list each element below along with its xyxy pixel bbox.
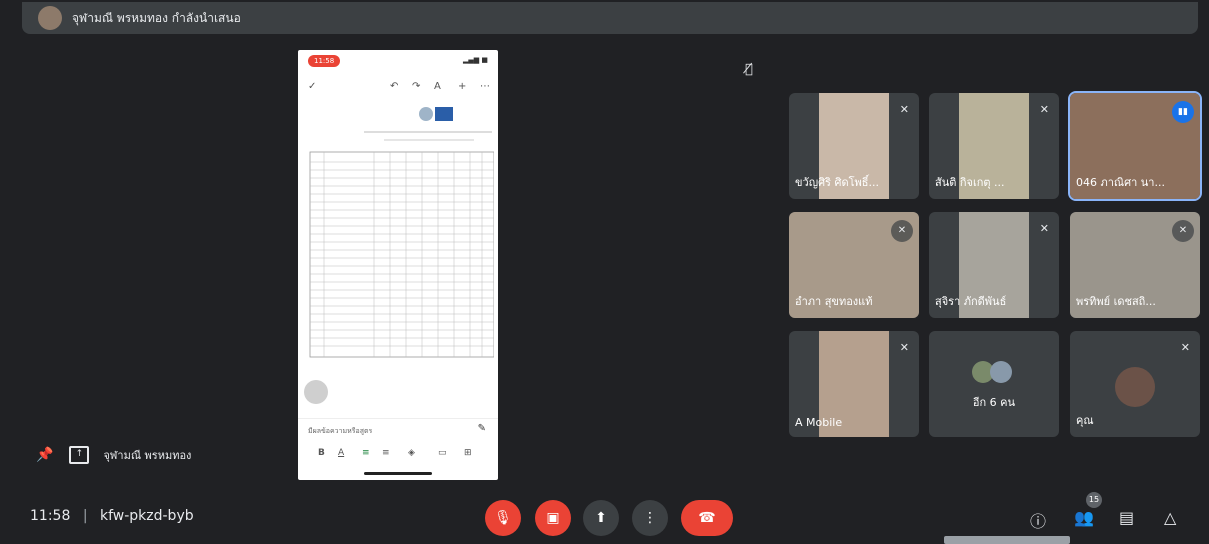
mic-off-icon: ✕ xyxy=(1039,103,1049,116)
participant-name: คุณ xyxy=(1076,414,1094,427)
chat-icon[interactable]: ▤ xyxy=(1119,508,1134,527)
self-tile[interactable]: ✕ คุณ xyxy=(1070,331,1200,437)
comment-icon: ▭ xyxy=(438,448,447,458)
mic-off-icon: ✕ xyxy=(1039,222,1049,235)
more-participants-tile[interactable]: อีก 6 คน xyxy=(929,331,1059,437)
people-icon[interactable]: 👥 xyxy=(1074,508,1094,527)
participant-name: อำภา สุขทองแท้ xyxy=(795,295,873,308)
pinned-name: จุฬามณี พรหมทอง xyxy=(103,449,192,462)
mic-off-icon: ✕ xyxy=(899,103,909,116)
self-avatar xyxy=(1115,367,1155,407)
floating-action-button xyxy=(304,380,328,404)
add-icon: + xyxy=(458,81,467,92)
presenter-banner-text: จุฬามณี พรหมทอง กำลังนำเสนอ xyxy=(72,10,241,25)
formula-bar: มีผลข้อความหรือสูตร ✎ xyxy=(298,418,498,441)
shared-screen: 11:58 ▂▄▆ ■ ✓ ↶ ↷ A + ⋯ มีผลข้อความหรือส… xyxy=(298,50,498,480)
redo-icon: ↷ xyxy=(412,81,421,92)
participant-name: ขวัญศิริ ศิดโพธิ์... xyxy=(795,176,879,189)
format-toolbar: B A ≡ ≡ ◈ ▭ ⊞ xyxy=(298,444,498,464)
meeting-separator: | xyxy=(82,508,88,524)
align-left-icon: ≡ xyxy=(362,448,370,458)
present-now-button[interactable]: ⬆ xyxy=(583,500,619,536)
presenter-banner: จุฬามณี พรหมทอง กำลังนำเสนอ xyxy=(22,2,1198,34)
leave-call-button[interactable]: ☎ xyxy=(681,500,733,536)
pencil-icon: ✎ xyxy=(477,423,486,434)
more-options-button[interactable]: ⋮ xyxy=(632,500,668,536)
presenter-avatar xyxy=(38,6,62,30)
more-participants-avatars xyxy=(972,361,1016,387)
camera-toggle-button[interactable]: ▣ xyxy=(535,500,571,536)
meeting-code: kfw-pkzd-byb xyxy=(99,508,194,524)
undo-icon: ↶ xyxy=(390,81,399,92)
participant-tile-speaking[interactable]: ▮▮ 046 ภาณิศา นา... xyxy=(1068,91,1202,201)
spreadsheet-form xyxy=(304,102,495,362)
formula-bar-label: มีผลข้อความหรือสูตร xyxy=(308,427,373,435)
activities-icon[interactable]: △ xyxy=(1164,508,1176,527)
speaking-indicator-icon: ▮▮ xyxy=(1172,101,1194,123)
merge-icon: ⊞ xyxy=(464,448,472,458)
more-icon: ⋯ xyxy=(480,81,490,92)
phone-home-indicator xyxy=(364,472,432,475)
presenter-muted-icon: 🎙̸ xyxy=(745,62,753,77)
participant-tile[interactable]: ✕ A Mobile xyxy=(789,331,919,437)
phone-status-icons: ▂▄▆ ■ xyxy=(463,56,488,64)
spreadsheet-grid xyxy=(309,107,495,358)
participant-tile[interactable]: ✕ สันติ กิจเกตุ ... xyxy=(929,93,1059,199)
participant-tile[interactable]: ✕ สุจิรา ภักดีพันธ์ xyxy=(929,212,1059,318)
participant-name: สันติ กิจเกตุ ... xyxy=(935,176,1005,189)
text-color-icon: A xyxy=(338,448,345,458)
participant-name: A Mobile xyxy=(795,416,843,429)
pinned-presenter: 📌 ↑ จุฬามณี พรหมทอง xyxy=(36,446,191,464)
mic-off-icon: ✕ xyxy=(1180,341,1190,354)
participant-name: สุจิรา ภักดีพันธ์ xyxy=(935,295,1007,308)
participant-name: พรทิพย์ เดชสถิ... xyxy=(1076,295,1156,308)
pin-icon[interactable]: 📌 xyxy=(36,447,53,463)
meeting-time: 11:58 xyxy=(30,508,71,524)
participant-tile[interactable]: ✕ พรทิพย์ เดชสถิ... xyxy=(1070,212,1200,318)
participant-tile[interactable]: ✕ อำภา สุขทองแท้ xyxy=(789,212,919,318)
participant-tile[interactable]: ✕ ขวัญศิริ ศิดโพธิ์... xyxy=(789,93,919,199)
tooltip xyxy=(944,536,1070,544)
more-participants-label: อีก 6 คน xyxy=(972,396,1016,409)
people-count-badge: 15 xyxy=(1086,492,1102,508)
mic-off-icon: ✕ xyxy=(1172,220,1194,242)
presentation-icon: ↑ xyxy=(69,446,90,464)
text-format-icon: A xyxy=(434,81,441,92)
phone-status-time: 11:58 xyxy=(308,55,341,67)
participant-name: 046 ภาณิศา นา... xyxy=(1076,176,1165,189)
mic-off-icon: ✕ xyxy=(891,220,913,242)
check-icon: ✓ xyxy=(308,81,317,92)
mic-toggle-button[interactable]: 🎙 xyxy=(485,500,521,536)
meeting-info-icon[interactable]: ⓘ xyxy=(1030,508,1046,532)
sheet-toolbar: ✓ ↶ ↷ A + ⋯ xyxy=(298,78,498,98)
mic-off-icon: ✕ xyxy=(899,341,909,354)
bold-icon: B xyxy=(318,448,325,458)
fill-color-icon: ◈ xyxy=(408,448,415,458)
align-center-icon: ≡ xyxy=(382,448,390,458)
meeting-details: 11:58 | kfw-pkzd-byb xyxy=(30,508,194,524)
